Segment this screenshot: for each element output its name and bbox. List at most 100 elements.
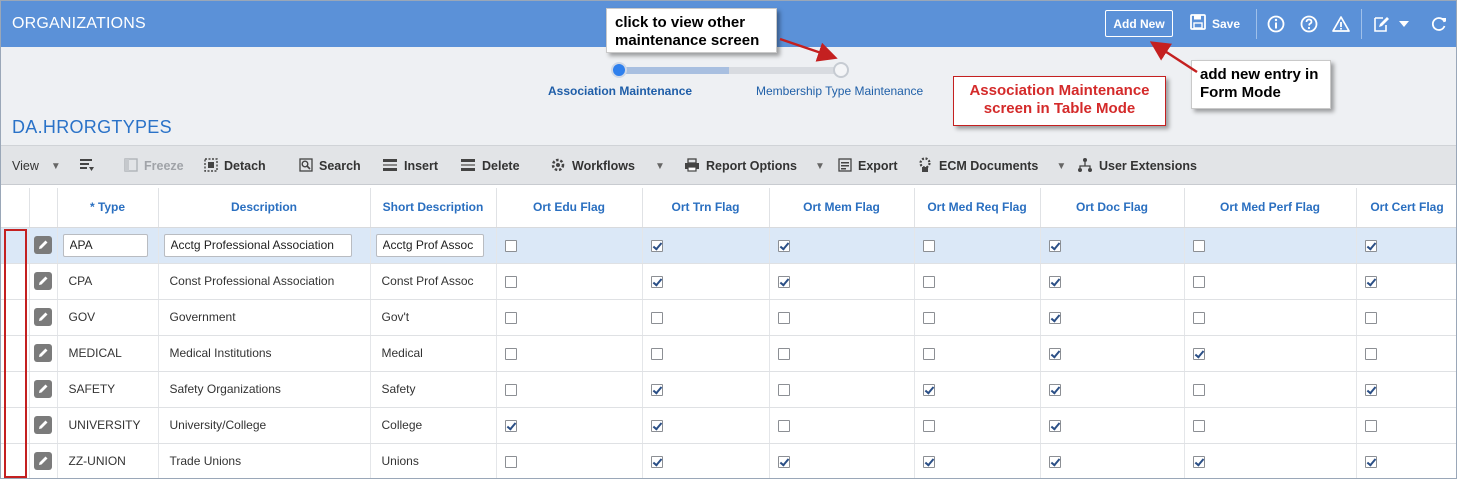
ort-med-perf-flag-checkbox[interactable] [1192,239,1205,252]
type-cell[interactable]: SAFETY [57,371,159,408]
table-row[interactable]: MEDICAL Medical Institutions Medical [1,335,1456,372]
edit-row-button[interactable] [29,335,58,372]
insert-button[interactable]: Insert [382,146,438,186]
ort-med-req-flag-checkbox[interactable] [922,275,935,288]
view-menu[interactable]: View ▼ [12,146,61,186]
ecm-documents-menu[interactable]: ECM Documents ▼ [917,146,1066,186]
ort-cert-flag-checkbox[interactable] [1364,455,1377,468]
ort-mem-flag-checkbox[interactable] [777,455,790,468]
add-new-button[interactable]: Add New [1105,10,1173,37]
type-cell[interactable]: UNIVERSITY [57,407,159,444]
description-cell[interactable]: University/College [158,407,371,444]
column-header-ort-cert-flag[interactable]: Ort Cert Flag [1356,188,1456,228]
ort-med-perf-flag-checkbox[interactable] [1192,311,1205,324]
ort-med-req-flag-checkbox[interactable] [922,455,935,468]
ort-mem-flag-checkbox[interactable] [777,239,790,252]
freeze-button[interactable]: Freeze [124,146,184,186]
short-description-input[interactable] [375,233,484,257]
column-header-ort-doc-flag[interactable]: Ort Doc Flag [1040,188,1185,228]
short-description-cell[interactable]: Safety [370,371,497,408]
short-description-cell[interactable]: Medical [370,335,497,372]
ort-trn-flag-checkbox[interactable] [650,383,663,396]
column-header-type[interactable]: * Type [57,188,159,228]
detach-button[interactable]: Detach [204,146,266,186]
description-input[interactable] [163,233,352,257]
ort-trn-flag-checkbox[interactable] [650,419,663,432]
delete-button[interactable]: Delete [460,146,520,186]
workflows-menu[interactable]: Workflows ▼ [550,146,665,186]
ort-mem-flag-checkbox[interactable] [777,275,790,288]
warning-icon[interactable] [1331,14,1351,34]
table-row[interactable] [1,227,1456,264]
ort-doc-flag-checkbox[interactable] [1048,275,1061,288]
grid-settings-button[interactable] [79,146,95,186]
ort-trn-flag-checkbox[interactable] [650,347,663,360]
column-header-description[interactable]: Description [158,188,371,228]
description-cell[interactable]: Safety Organizations [158,371,371,408]
refresh-icon[interactable] [1429,14,1449,34]
ort-edu-flag-checkbox[interactable] [504,455,517,468]
ort-trn-flag-checkbox[interactable] [650,311,663,324]
table-row[interactable]: CPA Const Professional Association Const… [1,263,1456,300]
description-cell[interactable]: Const Professional Association [158,263,371,300]
edit-row-button[interactable] [29,407,58,444]
type-cell[interactable]: MEDICAL [57,335,159,372]
user-extensions-button[interactable]: User Extensions [1077,146,1197,186]
ort-trn-flag-checkbox[interactable] [650,275,663,288]
ort-cert-flag-checkbox[interactable] [1364,275,1377,288]
table-row[interactable]: UNIVERSITY University/College College [1,407,1456,444]
ort-med-req-flag-checkbox[interactable] [922,383,935,396]
chevron-down-icon[interactable] [1397,14,1411,34]
ort-med-perf-flag-checkbox[interactable] [1192,383,1205,396]
ort-mem-flag-checkbox[interactable] [777,347,790,360]
info-icon[interactable] [1266,14,1286,34]
table-row[interactable]: GOV Government Gov't [1,299,1456,336]
ort-med-req-flag-checkbox[interactable] [922,347,935,360]
ort-med-perf-flag-checkbox[interactable] [1192,455,1205,468]
type-input[interactable] [62,233,148,257]
column-header-ort-med-req-flag[interactable]: Ort Med Req Flag [914,188,1041,228]
ort-cert-flag-checkbox[interactable] [1364,347,1377,360]
type-cell[interactable]: GOV [57,299,159,336]
ort-edu-flag-checkbox[interactable] [504,239,517,252]
ort-doc-flag-checkbox[interactable] [1048,419,1061,432]
export-button[interactable]: Export [838,146,898,186]
edit-row-button[interactable] [29,263,58,300]
ort-med-req-flag-checkbox[interactable] [922,311,935,324]
ort-mem-flag-checkbox[interactable] [777,311,790,324]
table-row[interactable]: ZZ-UNION Trade Unions Unions [1,443,1456,478]
ort-doc-flag-checkbox[interactable] [1048,239,1061,252]
ort-med-req-flag-checkbox[interactable] [922,239,935,252]
column-header-ort-edu-flag[interactable]: Ort Edu Flag [496,188,643,228]
ort-trn-flag-checkbox[interactable] [650,239,663,252]
edit-row-button[interactable] [29,371,58,408]
edit-row-button[interactable] [29,443,58,478]
description-cell[interactable]: Government [158,299,371,336]
ort-med-perf-flag-checkbox[interactable] [1192,275,1205,288]
description-cell[interactable]: Trade Unions [158,443,371,478]
description-cell[interactable]: Medical Institutions [158,335,371,372]
step-label-membership[interactable]: Membership Type Maintenance [756,84,923,98]
ort-cert-flag-checkbox[interactable] [1364,311,1377,324]
type-cell[interactable]: ZZ-UNION [57,443,159,478]
column-header-ort-med-perf-flag[interactable]: Ort Med Perf Flag [1184,188,1357,228]
edit-row-button[interactable] [29,299,58,336]
step-membership-type-maintenance[interactable] [833,62,849,78]
ort-doc-flag-checkbox[interactable] [1048,455,1061,468]
ort-med-perf-flag-checkbox[interactable] [1192,419,1205,432]
ort-mem-flag-checkbox[interactable] [777,383,790,396]
ort-cert-flag-checkbox[interactable] [1364,383,1377,396]
ort-med-perf-flag-checkbox[interactable] [1192,347,1205,360]
ort-doc-flag-checkbox[interactable] [1048,383,1061,396]
report-options-menu[interactable]: Report Options ▼ [684,146,825,186]
search-button[interactable]: Search [299,146,361,186]
ort-edu-flag-checkbox[interactable] [504,275,517,288]
short-description-cell[interactable]: Gov't [370,299,497,336]
edit-layout-icon[interactable] [1371,14,1391,34]
ort-doc-flag-checkbox[interactable] [1048,347,1061,360]
column-header-short-description[interactable]: Short Description [370,188,497,228]
column-header-ort-mem-flag[interactable]: Ort Mem Flag [769,188,915,228]
save-button[interactable]: Save [1190,14,1240,33]
table-row[interactable]: SAFETY Safety Organizations Safety [1,371,1456,408]
ort-edu-flag-checkbox[interactable] [504,347,517,360]
